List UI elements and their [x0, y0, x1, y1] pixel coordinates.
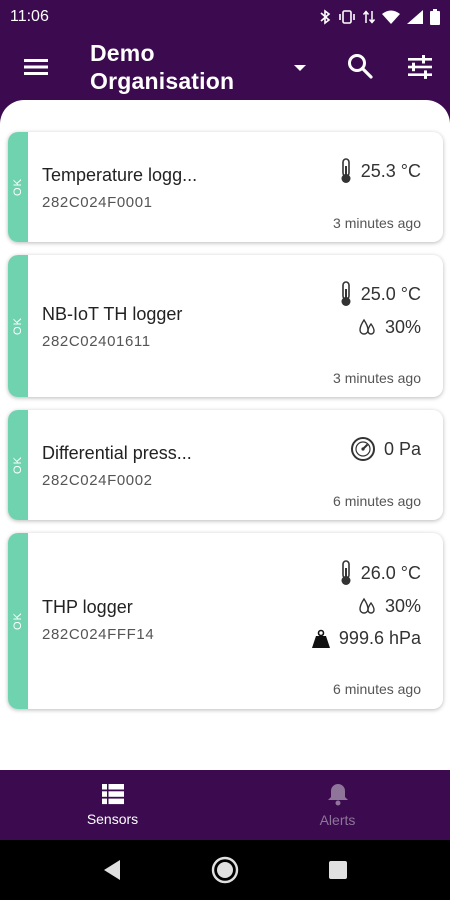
- status-bar: 11:06: [0, 0, 450, 34]
- reading-value: 30%: [384, 317, 421, 337]
- vibrate-icon: [338, 9, 356, 25]
- reading-air-pressure: 999.6 hPa: [311, 628, 421, 649]
- reading-value: 26.0 °C: [360, 562, 421, 583]
- org-title-line2: Organisation: [90, 68, 235, 94]
- thermometer-icon: [339, 281, 353, 307]
- sensor-card[interactable]: OK THP logger 282C024FFF14 26.0 °C 30% 9…: [8, 533, 443, 709]
- sensor-id: 282C024F0001: [42, 194, 153, 211]
- signal-icon: [407, 10, 423, 24]
- status-time: 11:06: [10, 8, 49, 25]
- reading-value: 30%: [384, 596, 421, 616]
- reading-value: 0 Pa: [383, 438, 421, 459]
- reading-value: 25.0 °C: [360, 283, 421, 304]
- wifi-icon: [382, 10, 400, 24]
- status-strip: OK: [8, 132, 28, 242]
- bell-icon: [327, 782, 349, 812]
- sensor-name: Temperature logg...: [42, 165, 198, 185]
- thermometer-icon: [339, 158, 353, 184]
- org-title-line1: Demo: [90, 40, 155, 66]
- dropdown-icon[interactable]: [288, 56, 312, 80]
- sensor-id: 282C02401611: [42, 333, 151, 350]
- reading-temperature: 25.3 °C: [339, 158, 421, 184]
- organisation-selector[interactable]: Demo Organisation: [90, 39, 280, 95]
- status-icons: [319, 9, 440, 25]
- reading-value: 999.6 hPa: [338, 628, 421, 648]
- status-label: OK: [12, 612, 24, 630]
- last-update: 6 minutes ago: [333, 681, 421, 697]
- battery-icon: [430, 9, 440, 25]
- sensor-name: NB-IoT TH logger: [42, 304, 183, 324]
- bluetooth-icon: [319, 9, 331, 25]
- sensor-card[interactable]: OK NB-IoT TH logger 282C02401611 25.0 °C…: [8, 255, 443, 397]
- bottom-navigation: Sensors Alerts: [0, 770, 450, 840]
- weight-icon: [311, 629, 331, 649]
- pressure-gauge-icon: [350, 436, 376, 462]
- reading-temperature: 25.0 °C: [339, 281, 421, 307]
- recents-icon[interactable]: [324, 856, 352, 884]
- reading-value: 25.3 °C: [360, 160, 421, 181]
- sensor-id: 282C024FFF14: [42, 626, 155, 643]
- sensor-list: OK Temperature logg... 282C024F0001 25.3…: [0, 100, 450, 770]
- status-strip: OK: [8, 255, 28, 397]
- home-icon[interactable]: [211, 856, 239, 884]
- list-icon: [101, 783, 125, 811]
- nav-alerts-label: Alerts: [319, 812, 356, 828]
- sensor-name: THP logger: [42, 597, 133, 617]
- status-label: OK: [12, 178, 24, 196]
- reading-pressure: 0 Pa: [350, 436, 421, 462]
- humidity-icon: [357, 318, 377, 338]
- system-navigation-bar: [0, 840, 450, 900]
- sensor-id: 282C024F0002: [42, 472, 153, 489]
- status-label: OK: [12, 317, 24, 335]
- nav-sensors[interactable]: Sensors: [0, 770, 225, 840]
- data-arrows-icon: [363, 9, 375, 25]
- thermometer-icon: [339, 560, 353, 586]
- sensor-name: Differential press...: [42, 443, 192, 463]
- menu-icon[interactable]: [22, 53, 50, 81]
- filter-icon[interactable]: [405, 52, 435, 82]
- search-icon[interactable]: [346, 52, 374, 80]
- sensor-card[interactable]: OK Differential press... 282C024F0002 0 …: [8, 410, 443, 520]
- back-icon[interactable]: [98, 856, 126, 884]
- nav-sensors-label: Sensors: [86, 811, 139, 827]
- sensor-card[interactable]: OK Temperature logg... 282C024F0001 25.3…: [8, 132, 443, 242]
- reading-humidity: 30%: [357, 596, 421, 617]
- last-update: 3 minutes ago: [333, 215, 421, 231]
- app-bar: Demo Organisation: [0, 34, 450, 100]
- reading-temperature: 26.0 °C: [339, 560, 421, 586]
- last-update: 3 minutes ago: [333, 370, 421, 386]
- status-strip: OK: [8, 410, 28, 520]
- status-strip: OK: [8, 533, 28, 709]
- status-label: OK: [12, 456, 24, 474]
- nav-alerts[interactable]: Alerts: [225, 770, 450, 840]
- last-update: 6 minutes ago: [333, 493, 421, 509]
- reading-humidity: 30%: [357, 317, 421, 338]
- humidity-icon: [357, 597, 377, 617]
